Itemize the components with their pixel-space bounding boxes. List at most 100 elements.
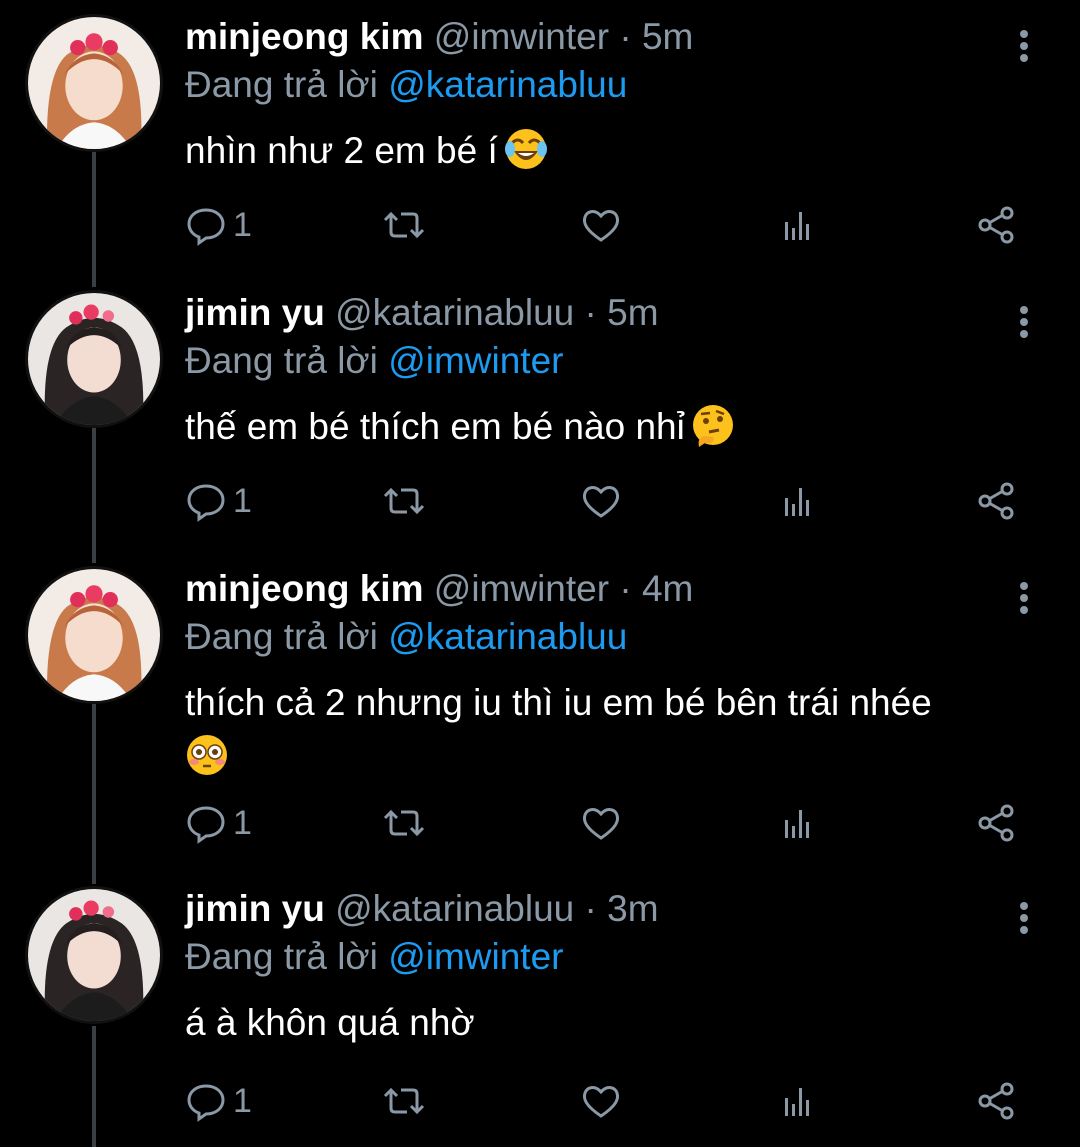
- retweet-icon: [383, 204, 425, 246]
- separator-dot: ·: [619, 568, 632, 609]
- tweet-text: nhìn như 2 em bé í: [185, 124, 1025, 178]
- username[interactable]: @katarinabluu: [335, 292, 574, 333]
- replying-prefix: Đang trả lời: [185, 340, 378, 381]
- timestamp[interactable]: 4m: [642, 568, 693, 609]
- replying-mention[interactable]: @imwinter: [388, 340, 563, 381]
- share-button[interactable]: [975, 476, 1017, 526]
- reply-button[interactable]: 1: [185, 476, 252, 526]
- tweet-text: á à khôn quá nhờ: [185, 996, 1025, 1050]
- more-vertical-icon[interactable]: [1010, 302, 1038, 342]
- reply-button[interactable]: 1: [185, 798, 252, 848]
- retweet-icon: [383, 1080, 425, 1122]
- display-name[interactable]: minjeong kim: [185, 16, 423, 57]
- share-button[interactable]: [975, 1076, 1017, 1126]
- timestamp[interactable]: 5m: [607, 292, 658, 333]
- analytics-button[interactable]: [777, 798, 819, 848]
- retweet-button[interactable]: [383, 476, 425, 526]
- analytics-icon: [777, 1080, 819, 1122]
- like-icon: [580, 480, 622, 522]
- more-vertical-icon[interactable]: [1010, 898, 1038, 938]
- tweet-actions: 1: [185, 1076, 1035, 1126]
- more-vertical-icon[interactable]: [1010, 26, 1038, 66]
- avatar[interactable]: [25, 14, 163, 152]
- tweet-header: jimin yu @katarinabluu · 3m: [185, 886, 659, 932]
- share-icon: [975, 204, 1017, 246]
- like-icon: [580, 204, 622, 246]
- reply-count: 1: [233, 481, 252, 520]
- replying-to: Đang trả lời @katarinabluu: [185, 614, 627, 660]
- share-icon: [975, 480, 1017, 522]
- retweet-button[interactable]: [383, 1076, 425, 1126]
- replying-prefix: Đang trả lời: [185, 936, 378, 977]
- tweet-actions: 1: [185, 798, 1035, 848]
- thread-connector: [92, 428, 96, 563]
- reply-icon: [185, 1080, 227, 1122]
- separator-dot: ·: [584, 888, 597, 929]
- username[interactable]: @imwinter: [434, 16, 609, 57]
- replying-to: Đang trả lời @imwinter: [185, 934, 564, 980]
- analytics-icon: [777, 802, 819, 844]
- replying-mention[interactable]: @katarinabluu: [388, 64, 627, 105]
- timestamp[interactable]: 3m: [607, 888, 658, 929]
- retweet-button[interactable]: [383, 798, 425, 848]
- username[interactable]: @imwinter: [434, 568, 609, 609]
- tweet-header: minjeong kim @imwinter · 5m: [185, 14, 693, 60]
- replying-to: Đang trả lời @katarinabluu: [185, 62, 627, 108]
- share-button[interactable]: [975, 798, 1017, 848]
- timestamp[interactable]: 5m: [642, 16, 693, 57]
- like-icon: [580, 802, 622, 844]
- reply-button[interactable]: 1: [185, 1076, 252, 1126]
- separator-dot: ·: [619, 16, 632, 57]
- avatar[interactable]: [25, 290, 163, 428]
- tweet-text: thế em bé thích em bé nào nhỉ: [185, 400, 1025, 454]
- tweet-text-content: thế em bé thích em bé nào nhỉ: [185, 406, 685, 447]
- thread-connector: [92, 1026, 96, 1147]
- flushed-face-icon: [185, 733, 229, 777]
- reply-button[interactable]: 1: [185, 200, 252, 250]
- replying-mention[interactable]: @katarinabluu: [388, 616, 627, 657]
- like-button[interactable]: [580, 798, 622, 848]
- reply-icon: [185, 204, 227, 246]
- analytics-button[interactable]: [777, 476, 819, 526]
- tweet-text-content: thích cả 2 nhưng iu thì iu em bé bên trá…: [185, 682, 932, 723]
- replying-to: Đang trả lời @imwinter: [185, 338, 564, 384]
- replying-mention[interactable]: @imwinter: [388, 936, 563, 977]
- share-button[interactable]: [975, 200, 1017, 250]
- analytics-icon: [777, 480, 819, 522]
- display-name[interactable]: jimin yu: [185, 888, 325, 929]
- replying-prefix: Đang trả lời: [185, 616, 378, 657]
- replying-prefix: Đang trả lời: [185, 64, 378, 105]
- tweet-actions: 1: [185, 476, 1035, 526]
- display-name[interactable]: minjeong kim: [185, 568, 423, 609]
- share-icon: [975, 1080, 1017, 1122]
- thinking-face-icon: [691, 403, 735, 447]
- avatar[interactable]: [25, 886, 163, 1024]
- analytics-icon: [777, 204, 819, 246]
- like-button[interactable]: [580, 476, 622, 526]
- reply-count: 1: [233, 803, 252, 842]
- tweet-text-content: nhìn như 2 em bé í: [185, 130, 498, 171]
- display-name[interactable]: jimin yu: [185, 292, 325, 333]
- tweet-actions: 1: [185, 200, 1035, 250]
- share-icon: [975, 802, 1017, 844]
- reply-count: 1: [233, 1081, 252, 1120]
- like-button[interactable]: [580, 1076, 622, 1126]
- retweet-icon: [383, 480, 425, 522]
- avatar[interactable]: [25, 566, 163, 704]
- separator-dot: ·: [584, 292, 597, 333]
- reply-icon: [185, 802, 227, 844]
- analytics-button[interactable]: [777, 200, 819, 250]
- more-vertical-icon[interactable]: [1010, 578, 1038, 618]
- like-icon: [580, 1080, 622, 1122]
- tweet-text-content: á à khôn quá nhờ: [185, 1002, 475, 1043]
- analytics-button[interactable]: [777, 1076, 819, 1126]
- retweet-button[interactable]: [383, 200, 425, 250]
- reply-icon: [185, 480, 227, 522]
- thread-connector: [92, 152, 96, 287]
- retweet-icon: [383, 802, 425, 844]
- tweet-header: jimin yu @katarinabluu · 5m: [185, 290, 659, 336]
- thread-connector: [92, 704, 96, 884]
- username[interactable]: @katarinabluu: [335, 888, 574, 929]
- face-with-tears-of-joy-icon: [504, 127, 548, 171]
- like-button[interactable]: [580, 200, 622, 250]
